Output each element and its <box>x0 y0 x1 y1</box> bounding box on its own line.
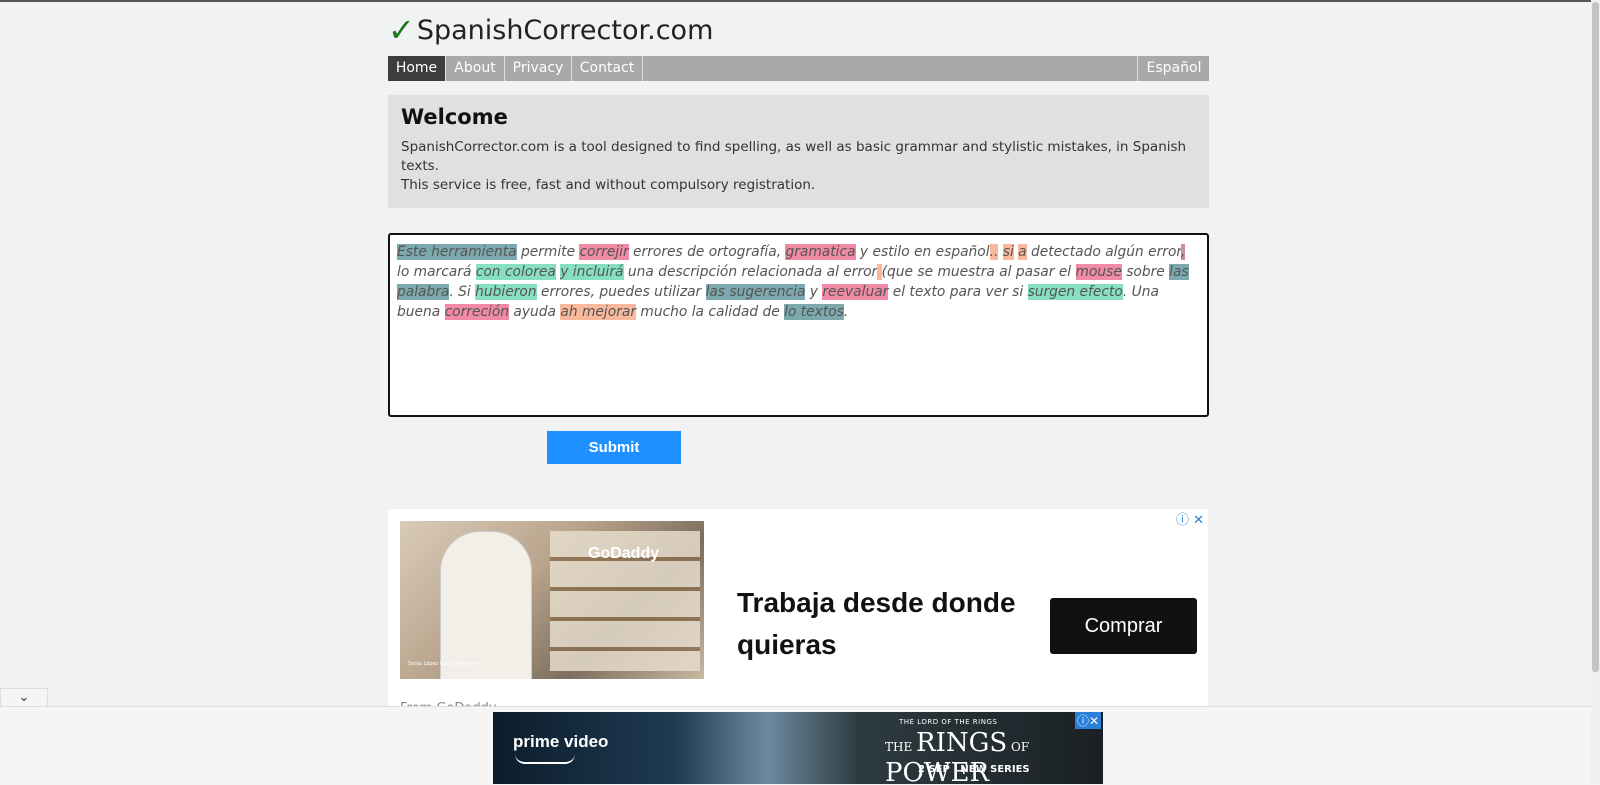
text-editor[interactable]: Este herramienta permite correjir errore… <box>388 233 1209 417</box>
prime-video-logo: prime video <box>513 732 609 751</box>
flagged-word[interactable]: hubieron <box>475 284 537 300</box>
site-title: SpanishCorrector.com <box>416 14 714 46</box>
editor-content[interactable]: Este herramienta permite correjir errore… <box>397 242 1197 322</box>
submit-button[interactable]: Submit <box>547 431 681 464</box>
top-border <box>0 0 1600 2</box>
site-logo[interactable]: ✓ SpanishCorrector.com <box>388 12 713 48</box>
flagged-word[interactable]: mouse <box>1075 264 1122 280</box>
checkmark-icon: ✓ <box>388 11 415 49</box>
ad-cta-button[interactable]: Comprar <box>1050 598 1197 654</box>
text-segment: mucho la calidad de <box>636 304 785 320</box>
flagged-word[interactable]: si <box>1002 244 1014 260</box>
ad-image[interactable]: GoDaddy Sonia López Casa Bonhomme <box>400 521 704 679</box>
ad-date: 2 SEP | NEW SERIES <box>918 764 1030 775</box>
text-segment: (que se muestra al pasar el <box>881 264 1076 280</box>
nav-language-espanol[interactable]: Español <box>1137 56 1210 81</box>
nav-about[interactable]: About <box>446 56 505 81</box>
text-segment: permite <box>516 244 580 260</box>
flagged-word[interactable]: gramatica <box>785 244 856 260</box>
prime-smile-icon <box>515 754 575 764</box>
text-segment: una descripción relacionada al error <box>623 264 878 280</box>
flagged-word[interactable]: a <box>1018 244 1027 260</box>
ad-image-person <box>440 531 532 679</box>
flagged-word[interactable]: correción <box>444 304 510 320</box>
flagged-word[interactable]: Este herramienta <box>397 244 517 260</box>
nav-home[interactable]: Home <box>388 56 446 81</box>
welcome-panel: Welcome SpanishCorrector.com is a tool d… <box>388 95 1209 208</box>
text-segment: sobre <box>1121 264 1170 280</box>
text-segment: . Si <box>449 284 476 300</box>
flagged-word[interactable]: y incluirá <box>560 264 624 280</box>
text-segment: y <box>805 284 823 300</box>
welcome-line-2: This service is free, fast and without c… <box>401 177 816 193</box>
text-segment: ayuda <box>509 304 561 320</box>
text-segment: detectado algún error <box>1026 244 1181 260</box>
flagged-word[interactable]: , <box>1180 244 1186 260</box>
nav-privacy[interactable]: Privacy <box>505 56 572 81</box>
text-segment: errores de ortografía, <box>628 244 786 260</box>
collapse-ad-button[interactable]: ⌄ <box>0 688 48 707</box>
ad-title: THE RINGS OF POWER <box>885 728 1030 784</box>
nav-contact[interactable]: Contact <box>572 56 643 81</box>
main-nav: Home About Privacy Contact Español <box>388 56 1209 81</box>
flagged-word[interactable]: las sugerencia <box>705 284 806 300</box>
welcome-heading: Welcome <box>401 105 508 129</box>
flagged-word[interactable]: correjir <box>579 244 629 260</box>
godaddy-logo: GoDaddy <box>588 545 660 562</box>
ad-choices-close-icon[interactable]: ⓘ✕ <box>1074 712 1101 729</box>
flagged-word[interactable]: con colorea <box>475 264 556 280</box>
welcome-text: SpanishCorrector.com is a tool designed … <box>401 138 1191 195</box>
flagged-word[interactable]: lo textos <box>784 304 844 320</box>
page-scrollbar[interactable] <box>1591 0 1600 784</box>
flagged-word[interactable]: ah mejorar <box>560 304 636 320</box>
chevron-down-icon: ⌄ <box>18 690 30 705</box>
ad-banner-prime-video[interactable]: prime video THE LORD OF THE RINGS THE RI… <box>493 712 1103 784</box>
ad-banner-godaddy[interactable]: GoDaddy Sonia López Casa Bonhomme Trabaj… <box>388 509 1208 716</box>
text-segment: el texto para ver si <box>888 284 1028 300</box>
welcome-line-1: SpanishCorrector.com is a tool designed … <box>401 139 1187 174</box>
ad-image-caption: Sonia López Casa Bonhomme <box>408 661 483 667</box>
flagged-word[interactable]: surgen efecto <box>1027 284 1123 300</box>
text-segment: y estilo en español <box>855 244 990 260</box>
text-segment: lo marcará <box>397 264 476 280</box>
flagged-word[interactable]: reevaluar <box>822 284 889 300</box>
text-segment: errores, puedes utilizar <box>536 284 706 300</box>
text-segment: . <box>843 304 849 320</box>
ad-choices-close-icon[interactable]: ⓘ ✕ <box>1176 509 1204 528</box>
scrollbar-thumb[interactable] <box>1592 2 1599 672</box>
ad-headline[interactable]: Trabaja desde donde quieras <box>737 582 1037 666</box>
ad-kicker: THE LORD OF THE RINGS <box>899 718 998 726</box>
